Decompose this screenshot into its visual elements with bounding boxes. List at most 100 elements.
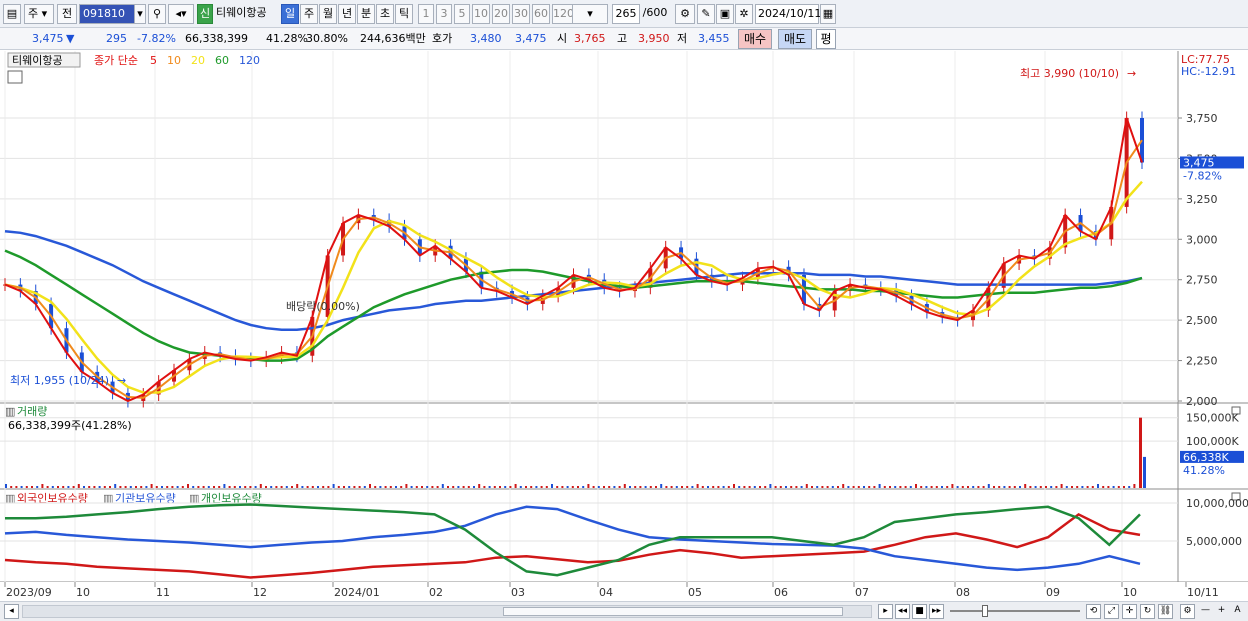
volume-bar: [753, 486, 756, 488]
crosshair-icon[interactable]: ✛: [1122, 604, 1137, 619]
volume-bar: [124, 486, 127, 488]
volume-bar: [946, 486, 949, 488]
code-dropdown-icon[interactable]: ▾: [134, 4, 146, 24]
scroll-track[interactable]: [22, 605, 872, 618]
sell-button[interactable]: 매도: [778, 29, 812, 49]
zoom-slider-thumb[interactable]: [982, 605, 988, 617]
prev-button[interactable]: 전: [57, 4, 77, 24]
gear-icon[interactable]: ✲: [735, 4, 753, 24]
volume-bar: [119, 486, 122, 488]
volume-bar: [447, 486, 449, 488]
current-price: 3,475: [32, 32, 64, 45]
volume-bar: [233, 486, 236, 488]
volume-bar: [670, 486, 673, 488]
interval-button-7[interactable]: 120: [552, 4, 574, 24]
volume-bar: [587, 484, 590, 488]
grid-toggle-icon: [7, 70, 23, 84]
volume-bar: [109, 486, 111, 488]
period-tab-1[interactable]: 주: [300, 4, 318, 24]
zoom-slider[interactable]: [950, 605, 1080, 617]
volume-bar: [363, 486, 366, 488]
rewind-icon[interactable]: ◂◂: [895, 604, 910, 619]
buy-button[interactable]: 매수: [738, 29, 772, 49]
interval-button-0[interactable]: 1: [418, 4, 434, 24]
settings-icon[interactable]: ⚙: [1180, 604, 1195, 619]
scroll-right-icon[interactable]: ▸: [878, 604, 893, 619]
count-total: /600: [642, 6, 668, 19]
legend-stock-name: 티웨이항공: [12, 54, 63, 67]
interval-dropdown[interactable]: ▾: [572, 4, 608, 24]
zoom-out-icon[interactable]: —: [1198, 604, 1213, 619]
chart-area[interactable]: 3,7503,5003,2503,0002,7502,5002,2502,000…: [0, 51, 1248, 601]
period-tab-4[interactable]: 분: [357, 4, 375, 24]
volume-bar: [1081, 486, 1084, 488]
period-tab-0[interactable]: 일: [281, 4, 299, 24]
volume-bar: [343, 486, 345, 488]
volume-bar: [228, 486, 231, 488]
expand-icon[interactable]: ⤢: [1104, 604, 1119, 619]
x-tick-label: 10: [76, 586, 90, 599]
volume-bar: [1065, 486, 1068, 488]
chart-settings-icon[interactable]: ⚙: [675, 4, 695, 24]
interval-button-6[interactable]: 60: [532, 4, 550, 24]
y-tick-label: 3,250: [1186, 193, 1218, 206]
search-icon[interactable]: ⚲: [148, 4, 166, 24]
date-input[interactable]: 2024/10/11: [755, 4, 821, 24]
high-annotation: 최고 3,990 (10/10): [1020, 67, 1119, 80]
speaker-icon[interactable]: ◂▾: [168, 4, 194, 24]
volume-bar: [686, 486, 689, 488]
zoom-in-icon[interactable]: +: [1214, 604, 1229, 619]
volume-bar: [909, 486, 912, 488]
volume-bar: [395, 486, 397, 488]
volume-bar: [197, 486, 200, 488]
link-icon[interactable]: ⛓: [1158, 604, 1173, 619]
volume-bar: [202, 486, 205, 488]
interval-button-2[interactable]: 5: [454, 4, 470, 24]
dividend-annotation: 배당락(0.00%): [286, 300, 360, 313]
x-tick-label: 11: [156, 586, 170, 599]
calendar-icon[interactable]: ▦: [820, 4, 836, 24]
stock-code-input[interactable]: 091810: [79, 4, 135, 24]
save-icon[interactable]: ▣: [716, 4, 734, 24]
volume-bar: [1045, 486, 1047, 488]
volume-bar: [1086, 486, 1089, 488]
fast-forward-icon[interactable]: ▸▸: [929, 604, 944, 619]
stock-chart[interactable]: 3,7503,5003,2503,0002,7502,5002,2502,000…: [0, 51, 1248, 601]
hoga-label: 호가: [432, 32, 453, 45]
interval-button-3[interactable]: 10: [472, 4, 490, 24]
interval-button-1[interactable]: 3: [436, 4, 452, 24]
zoom-reset-icon[interactable]: ⟲: [1086, 604, 1101, 619]
volume-bar: [400, 486, 403, 488]
interval-button-5[interactable]: 30: [512, 4, 530, 24]
font-size-icon[interactable]: A: [1230, 604, 1245, 619]
refresh-icon[interactable]: ↻: [1140, 604, 1155, 619]
volume-bar: [743, 486, 746, 488]
open-label: 시: [557, 32, 568, 45]
period-tab-5[interactable]: 초: [376, 4, 394, 24]
volume-bar: [473, 486, 475, 488]
volume-bar: [31, 486, 33, 488]
volume: 66,338,399: [185, 32, 248, 45]
volume-bar: [213, 486, 215, 488]
y-tick-label: 2,000: [1186, 395, 1218, 408]
scroll-left-icon[interactable]: ◂: [4, 604, 19, 619]
stop-icon[interactable]: ■: [912, 604, 927, 619]
period-tab-3[interactable]: 년: [338, 4, 356, 24]
avg-button[interactable]: 평: [816, 29, 836, 49]
volume-bar: [25, 486, 28, 488]
tool-icon[interactable]: ✎: [697, 4, 715, 24]
interval-button-4[interactable]: 20: [492, 4, 510, 24]
volume-bar: [46, 486, 49, 488]
volume-bar: [483, 486, 486, 488]
window-menu-icon[interactable]: ▤: [3, 4, 21, 24]
volume-bar: [972, 486, 975, 488]
volume-bar: [941, 486, 943, 488]
period-tab-6[interactable]: 틱: [395, 4, 413, 24]
count-input[interactable]: 265: [612, 4, 640, 24]
period-type-select[interactable]: 주 ▾: [24, 4, 54, 24]
scroll-thumb[interactable]: [503, 607, 843, 616]
volume-bar: [514, 484, 517, 488]
period-tab-2[interactable]: 월: [319, 4, 337, 24]
volume-bar: [738, 486, 741, 488]
volume-bar: [410, 486, 413, 488]
